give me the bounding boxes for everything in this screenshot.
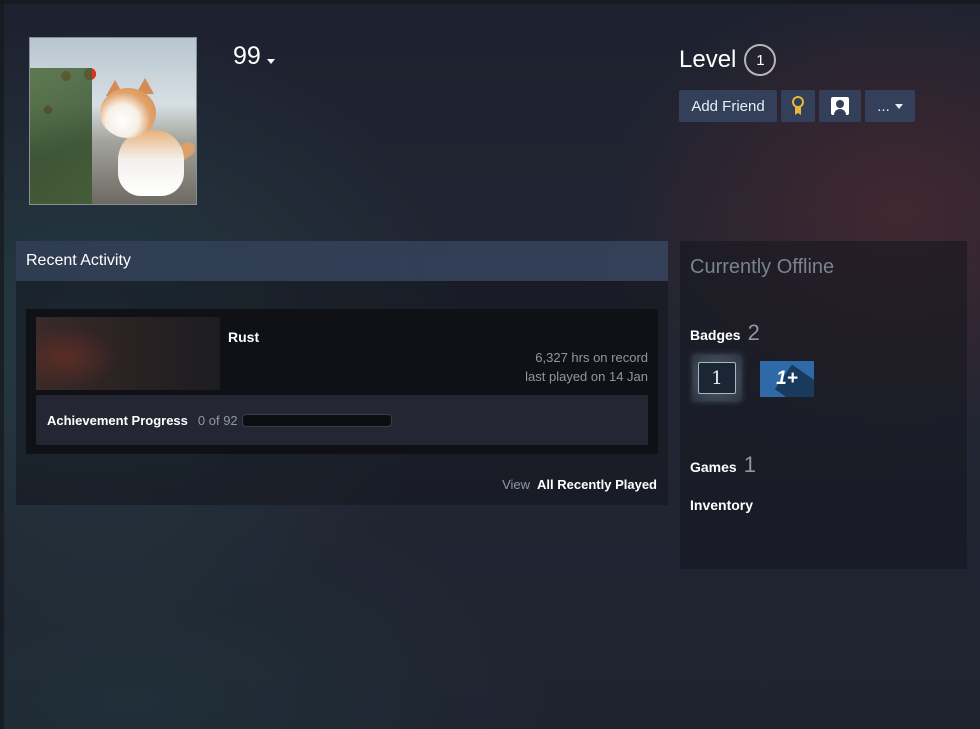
top-bar	[0, 0, 980, 4]
more-options-button[interactable]: ...	[865, 90, 915, 122]
achievement-count: 0 of 92	[197, 412, 238, 428]
avatar-cat-head	[100, 88, 156, 138]
view-all-recently-played: View All Recently Played	[502, 477, 657, 492]
achievement-progress[interactable]: Achievement Progress 0 of 92	[36, 395, 648, 445]
level-badge[interactable]: 1	[744, 44, 777, 76]
person-icon	[831, 97, 849, 115]
game-name[interactable]: Rust	[228, 329, 259, 345]
chevron-down-icon	[894, 103, 903, 109]
profile-avatar[interactable]	[29, 37, 197, 205]
badge-years-of-service[interactable]: 1	[693, 355, 741, 401]
profile-sidebar: Currently Offline Badges 2 1 1+ Games 1 …	[680, 241, 967, 569]
badges-count: 2	[747, 320, 760, 345]
add-friend-button[interactable]: Add Friend	[679, 90, 777, 122]
game-thumbnail[interactable]	[36, 317, 220, 390]
more-label: ...	[877, 97, 890, 115]
inventory-link[interactable]: Inventory	[690, 497, 753, 513]
online-status: Currently Offline	[690, 256, 835, 278]
game-last-played: last played on 14 Jan	[525, 369, 648, 384]
ribbon-icon	[791, 96, 805, 116]
badges-section-link[interactable]: Badges 2	[690, 320, 760, 346]
recent-activity-header: Recent Activity	[16, 241, 668, 281]
avatar-grass	[30, 68, 92, 204]
game-hours: 6,327 hrs on record	[535, 350, 648, 365]
avatar-cat-body	[118, 130, 184, 196]
badge-games-icon: 1+	[776, 368, 798, 389]
chevron-down-icon	[266, 59, 275, 64]
achievement-progress-bar	[241, 413, 392, 427]
recent-game-card: Rust 6,327 hrs on record last played on …	[26, 309, 658, 454]
profile-level: Level 1	[679, 44, 777, 76]
left-edge	[0, 0, 4, 729]
persona-name-dropdown[interactable]: 99	[233, 42, 275, 71]
persona-name: 99	[233, 42, 261, 70]
recent-activity-panel: Recent Activity Rust 6,327 hrs on record…	[16, 241, 668, 505]
recent-activity-title: Recent Activity	[26, 252, 131, 269]
badges-label: Badges	[690, 327, 741, 343]
games-label: Games	[690, 459, 737, 475]
profile-actions: Add Friend ...	[679, 90, 915, 122]
badge-games-owned[interactable]: 1+	[760, 361, 814, 397]
games-count: 1	[743, 452, 756, 477]
award-button[interactable]	[781, 90, 815, 122]
level-label: Level	[679, 46, 737, 73]
badge-years-icon: 1	[698, 362, 736, 394]
all-recently-played-link[interactable]: All Recently Played	[537, 477, 657, 492]
achievement-label: Achievement Progress	[47, 412, 188, 428]
games-section-link[interactable]: Games 1	[690, 452, 756, 478]
view-label: View	[502, 477, 531, 492]
profile-button[interactable]	[819, 90, 861, 122]
